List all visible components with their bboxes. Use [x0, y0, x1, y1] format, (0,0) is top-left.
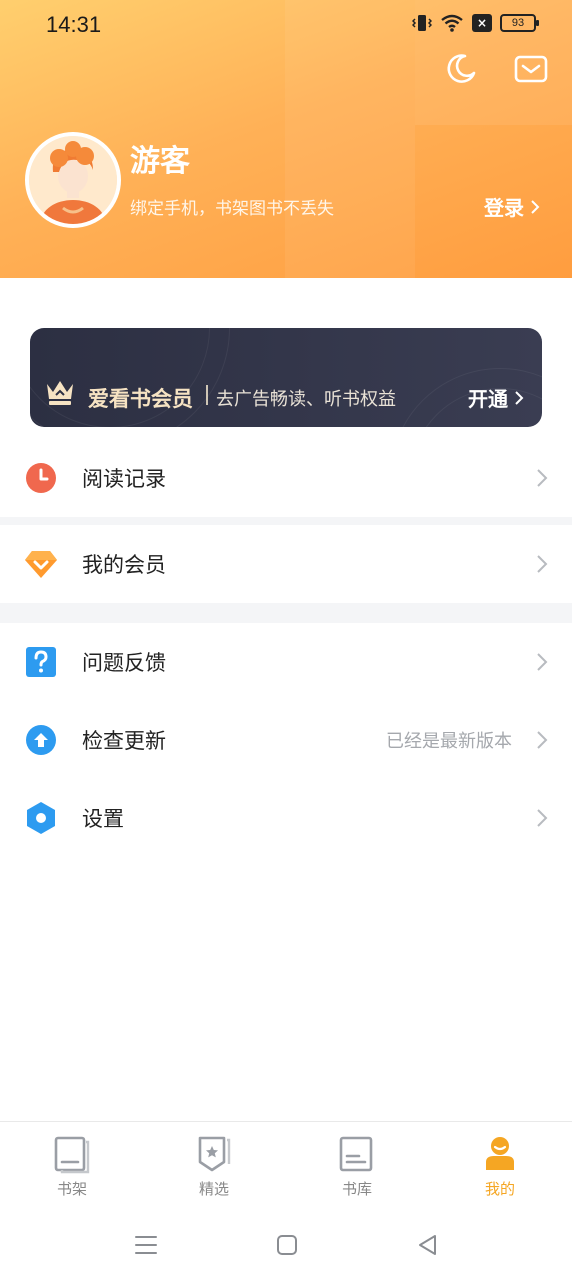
back-icon[interactable]: [414, 1231, 442, 1259]
section-divider: [0, 603, 572, 623]
vip-open-label: 开通: [468, 387, 508, 411]
no-sim-icon: ×: [472, 14, 492, 32]
library-icon: [339, 1136, 373, 1172]
login-label: 登录: [484, 196, 524, 220]
battery-icon: 93: [500, 14, 539, 32]
chevron-right-icon: [515, 390, 524, 405]
chevron-right-icon: [531, 199, 540, 214]
login-button[interactable]: 登录: [484, 192, 540, 221]
bind-phone-hint: 绑定手机，书架图书不丢失: [130, 199, 334, 219]
chevron-right-icon: [537, 809, 548, 827]
vip-banner[interactable]: 爱看书会员 去广告畅读、听书权益 开通: [30, 328, 542, 427]
status-icons: × 93: [412, 14, 539, 32]
vip-title: 爱看书会员: [88, 387, 193, 411]
tab-label: 我的: [484, 1180, 515, 1198]
menu-item-check-update[interactable]: 检查更新 已经是最新版本: [0, 701, 572, 779]
vip-description: 去广告畅读、听书权益: [216, 389, 396, 410]
tab-mine[interactable]: 我的: [455, 1134, 545, 1199]
chevron-right-icon: [537, 469, 548, 487]
mail-icon: [514, 55, 548, 83]
night-mode-button[interactable]: [444, 52, 478, 86]
diamond-icon: [24, 547, 58, 581]
header-actions: [444, 52, 548, 86]
home-icon[interactable]: [273, 1231, 301, 1259]
bottom-nav: 书架 精选 书库 我的: [0, 1121, 572, 1211]
wifi-icon: [441, 14, 463, 32]
featured-icon: [198, 1136, 231, 1172]
upload-arrow-icon: [24, 723, 58, 757]
status-time: 14:31: [46, 12, 102, 37]
profile-icon: [486, 1137, 514, 1170]
messages-button[interactable]: [514, 52, 548, 86]
vibrate-icon: [412, 15, 432, 31]
clock-icon: [24, 461, 58, 495]
vip-open-button[interactable]: 开通: [468, 383, 524, 412]
menu-item-label: 检查更新: [82, 729, 166, 753]
menu-item-settings[interactable]: 设置: [0, 779, 572, 857]
chevron-right-icon: [537, 731, 548, 749]
system-nav-bar: [0, 1211, 572, 1280]
menu-item-feedback[interactable]: 问题反馈: [0, 623, 572, 701]
crown-icon: [47, 381, 73, 405]
menu-item-label: 我的会员: [82, 553, 166, 577]
tab-library[interactable]: 书库: [312, 1134, 402, 1199]
question-icon: [24, 645, 58, 679]
tab-bookshelf[interactable]: 书架: [27, 1134, 117, 1199]
profile-header: 14:31 × 93 游客 绑定手机，书架图书不丢失 登录: [0, 0, 572, 278]
avatar[interactable]: [25, 132, 121, 228]
status-bar: 14:31 × 93: [0, 0, 572, 50]
moon-icon: [447, 54, 476, 83]
bookshelf-icon: [54, 1136, 90, 1174]
menu-item-my-membership[interactable]: 我的会员: [0, 525, 572, 603]
menu-icon[interactable]: [132, 1231, 160, 1259]
menu-item-label: 问题反馈: [82, 651, 166, 675]
menu-item-reading-history[interactable]: 阅读记录: [0, 439, 572, 517]
username: 游客: [130, 144, 190, 179]
tab-label: 书架: [56, 1180, 87, 1198]
chevron-right-icon: [537, 653, 548, 671]
menu-item-label: 设置: [82, 807, 124, 831]
vip-divider: [206, 385, 208, 405]
tab-label: 精选: [198, 1180, 229, 1198]
menu-item-label: 阅读记录: [82, 467, 166, 491]
chevron-right-icon: [537, 555, 548, 573]
version-status: 已经是最新版本: [386, 731, 512, 752]
section-divider: [0, 517, 572, 525]
tab-featured[interactable]: 精选: [169, 1134, 259, 1199]
hexagon-icon: [24, 801, 58, 835]
avatar-illustration: [29, 136, 117, 224]
tab-label: 书库: [341, 1180, 372, 1198]
